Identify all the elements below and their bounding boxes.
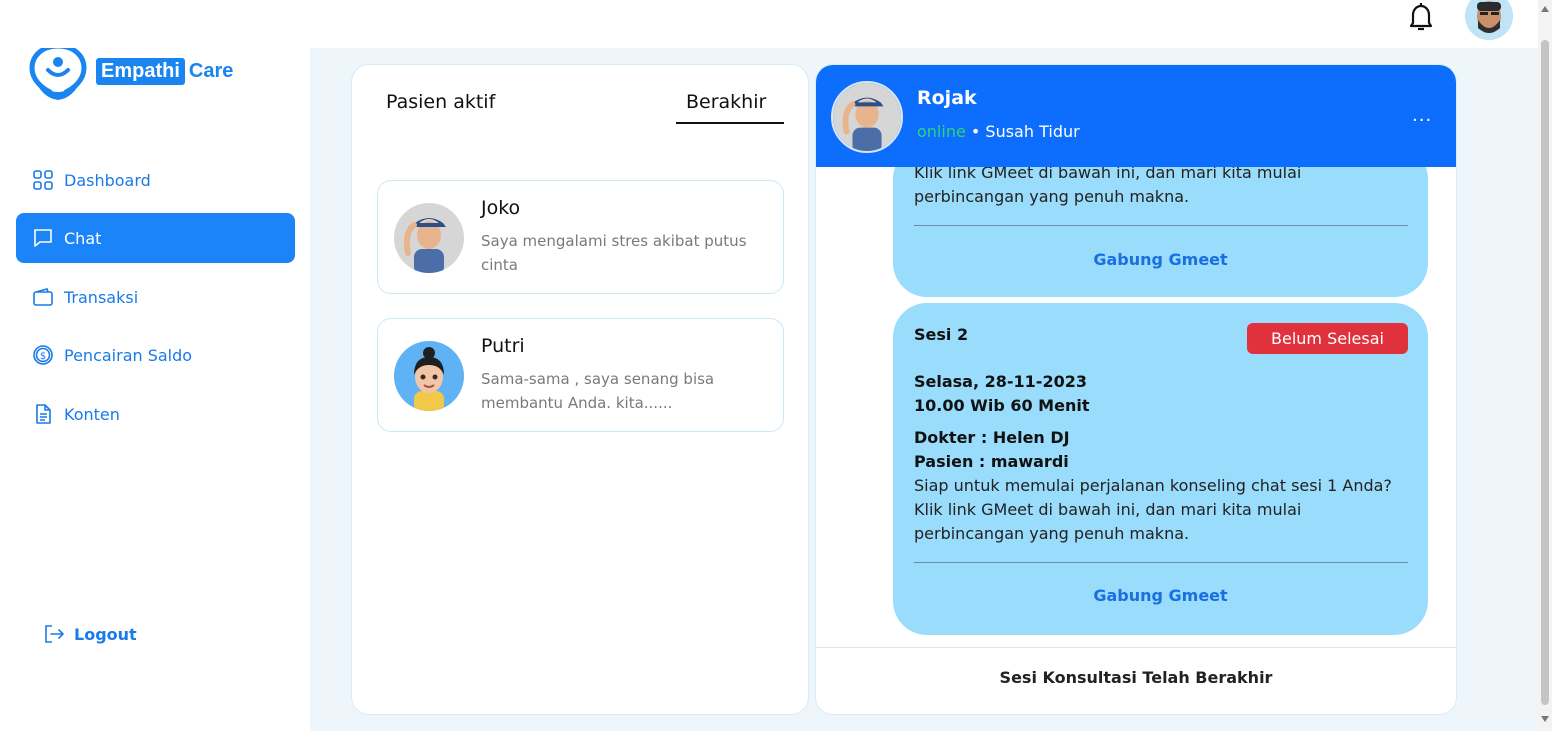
sidebar-item-label: Konten bbox=[64, 404, 120, 424]
more-options-icon[interactable]: ... bbox=[1412, 105, 1432, 126]
logout-label: Logout bbox=[74, 624, 137, 644]
chat-partner-name: Rojak bbox=[917, 87, 977, 109]
status-badge: Belum Selesai bbox=[1247, 323, 1408, 354]
document-icon bbox=[36, 404, 51, 424]
scroll-up-icon[interactable] bbox=[1541, 6, 1549, 12]
sidebar-item-pencairan-saldo[interactable]: $ Pencairan Saldo bbox=[16, 330, 295, 380]
logout-button[interactable]: Logout bbox=[42, 622, 137, 646]
patient-card-putri[interactable]: Putri Sama-sama , saya senang bisa memba… bbox=[377, 318, 784, 432]
chat-partner-avatar bbox=[831, 81, 903, 153]
patient-card-joko[interactable]: Joko Saya mengalami stres akibat putus c… bbox=[377, 180, 784, 294]
tab-active-indicator bbox=[676, 122, 784, 124]
patient-avatar bbox=[394, 203, 464, 273]
scrollbar-thumb[interactable] bbox=[1541, 40, 1549, 705]
page-scrollbar[interactable] bbox=[1538, 0, 1552, 731]
patient-last-message: Saya mengalami stres akibat putus cinta bbox=[481, 232, 747, 274]
chat-header: Rojak online • Susah Tidur ... bbox=[816, 65, 1456, 167]
tab-berakhir[interactable]: Berakhir bbox=[686, 91, 766, 113]
sidebar-item-label: Chat bbox=[64, 228, 102, 248]
user-avatar-image bbox=[1465, 0, 1513, 40]
top-bar bbox=[0, 0, 1538, 48]
session-date: Selasa, 28-11-2023 bbox=[914, 372, 1087, 391]
patient-list-panel: Pasien aktif Berakhir Joko Saya mengalam… bbox=[351, 64, 809, 715]
wallet-icon bbox=[33, 288, 53, 306]
empathicare-logo-icon bbox=[29, 43, 87, 100]
session-divider bbox=[914, 562, 1408, 563]
patient-name: Putri bbox=[481, 335, 525, 357]
online-status: online bbox=[917, 122, 966, 141]
grid-icon bbox=[33, 170, 53, 190]
svg-text:$: $ bbox=[40, 351, 46, 362]
session-patient: Pasien : mawardi bbox=[914, 452, 1069, 471]
sidebar-item-label: Transaksi bbox=[64, 287, 139, 307]
session-divider bbox=[914, 225, 1408, 226]
brand-name-part1: Empathi bbox=[96, 58, 185, 85]
chat-topic: Susah Tidur bbox=[985, 122, 1080, 141]
sidebar-item-label: Pencairan Saldo bbox=[64, 345, 193, 365]
sidebar-item-konten[interactable]: Konten bbox=[16, 389, 295, 439]
tab-pasien-aktif[interactable]: Pasien aktif bbox=[386, 91, 495, 113]
session-text: Siap untuk memulai perjalanan konseling … bbox=[914, 476, 1392, 543]
sidebar-item-dashboard[interactable]: Dashboard bbox=[16, 155, 295, 205]
dollar-circle-icon: $ bbox=[33, 345, 53, 365]
brand-name-part2: Care bbox=[188, 60, 234, 82]
session-doctor: Dokter : Helen DJ bbox=[914, 428, 1070, 447]
logout-icon bbox=[45, 625, 64, 643]
join-gmeet-link[interactable]: Gabung Gmeet bbox=[893, 586, 1428, 605]
notification-bell-icon[interactable] bbox=[1406, 0, 1436, 32]
session-text: Klik link GMeet di bawah ini, dan mari k… bbox=[914, 163, 1302, 206]
status-separator: • bbox=[965, 122, 986, 141]
chat-partner-status: online • Susah Tidur bbox=[917, 122, 1080, 141]
patient-avatar bbox=[394, 341, 464, 411]
chat-footer: Sesi Konsultasi Telah Berakhir bbox=[816, 647, 1456, 714]
session-title: Sesi 2 bbox=[914, 325, 969, 344]
sidebar-item-transaksi[interactable]: Transaksi bbox=[16, 272, 295, 322]
sidebar-item-label: Dashboard bbox=[64, 170, 151, 190]
session-2-bubble: Sesi 2 Belum Selesai Selasa, 28-11-2023 … bbox=[893, 303, 1428, 635]
user-avatar[interactable] bbox=[1465, 0, 1513, 40]
sidebar-item-chat[interactable]: Chat bbox=[16, 213, 295, 263]
sidebar: Empathi Care Dashboard Chat Transaksi $ … bbox=[0, 0, 310, 731]
session-ended-notice: Sesi Konsultasi Telah Berakhir bbox=[999, 668, 1273, 687]
scroll-down-icon[interactable] bbox=[1541, 716, 1549, 722]
patient-name: Joko bbox=[481, 197, 521, 219]
chat-icon bbox=[34, 229, 52, 247]
chat-panel: Klik link GMeet di bawah ini, dan mari k… bbox=[815, 64, 1457, 715]
join-gmeet-link[interactable]: Gabung Gmeet bbox=[893, 250, 1428, 269]
patient-last-message: Sama-sama , saya senang bisa membantu An… bbox=[481, 370, 715, 412]
session-1-bubble: Klik link GMeet di bawah ini, dan mari k… bbox=[893, 145, 1428, 297]
session-time: 10.00 Wib 60 Menit bbox=[914, 396, 1090, 415]
brand-name: Empathi Care bbox=[96, 58, 233, 85]
